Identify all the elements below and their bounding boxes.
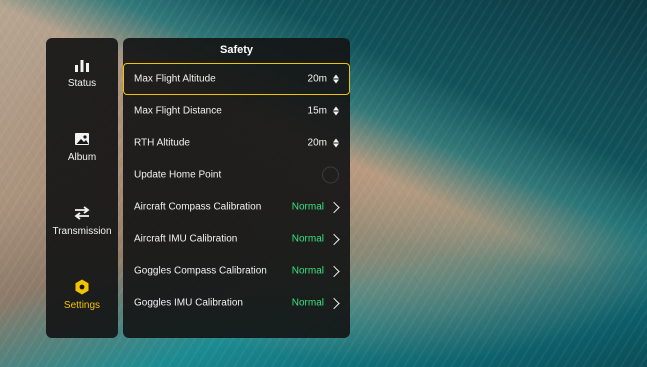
settings-row-max-flight-altitude[interactable]: Max Flight Altitude 20m bbox=[123, 63, 350, 95]
update-home-point-button[interactable] bbox=[322, 166, 339, 184]
arrows-swap-icon bbox=[46, 204, 118, 222]
row-label: RTH Altitude bbox=[134, 137, 190, 149]
row-value: 20m bbox=[307, 137, 327, 149]
status-text: Normal bbox=[291, 201, 324, 213]
image-icon bbox=[46, 130, 118, 148]
safety-settings-panel: Safety Max Flight Altitude 20m Max Fligh… bbox=[123, 38, 350, 338]
bar-chart-icon bbox=[46, 56, 118, 74]
row-label: Aircraft Compass Calibration bbox=[134, 201, 262, 213]
status-text: Normal bbox=[291, 297, 324, 309]
stepper-icon[interactable] bbox=[333, 106, 339, 116]
chevron-right-icon bbox=[328, 233, 340, 245]
row-value: 20m bbox=[307, 73, 327, 85]
sidebar-item-settings[interactable]: Settings bbox=[46, 278, 118, 311]
row-label: Max Flight Distance bbox=[134, 105, 222, 117]
panel-title: Safety bbox=[219, 44, 254, 56]
sidebar-item-label: Album bbox=[67, 152, 97, 163]
status-text: Normal bbox=[291, 233, 324, 245]
sidebar-item-transmission[interactable]: Transmission bbox=[46, 204, 118, 237]
settings-row-aircraft-imu-calibration[interactable]: Aircraft IMU Calibration Normal bbox=[124, 223, 349, 255]
settings-row-max-flight-distance[interactable]: Max Flight Distance 15m bbox=[124, 95, 349, 127]
row-label: Aircraft IMU Calibration bbox=[134, 233, 238, 245]
sidebar-item-label: Transmission bbox=[52, 226, 112, 237]
row-value: 15m bbox=[307, 105, 327, 117]
row-label: Max Flight Altitude bbox=[134, 73, 216, 85]
settings-row-goggles-imu-calibration[interactable]: Goggles IMU Calibration Normal bbox=[124, 287, 349, 319]
chevron-right-icon bbox=[328, 265, 340, 277]
row-label: Update Home Point bbox=[134, 169, 222, 181]
row-label: Goggles IMU Calibration bbox=[134, 297, 243, 309]
settings-row-aircraft-compass-calibration[interactable]: Aircraft Compass Calibration Normal bbox=[124, 191, 349, 223]
settings-row-rth-altitude[interactable]: RTH Altitude 20m bbox=[124, 127, 349, 159]
hexagon-settings-icon bbox=[46, 278, 118, 296]
sidebar-item-album[interactable]: Album bbox=[46, 130, 118, 163]
sidebar-item-status[interactable]: Status bbox=[46, 56, 118, 89]
status-text: Normal bbox=[291, 265, 324, 277]
sidebar-item-label: Status bbox=[67, 78, 97, 89]
sidebar: Status Album Transmission Settings bbox=[46, 38, 118, 338]
chevron-right-icon bbox=[328, 297, 340, 309]
settings-row-update-home-point[interactable]: Update Home Point bbox=[124, 159, 349, 191]
row-label: Goggles Compass Calibration bbox=[134, 265, 267, 277]
settings-row-goggles-compass-calibration[interactable]: Goggles Compass Calibration Normal bbox=[124, 255, 349, 287]
sidebar-item-label: Settings bbox=[63, 300, 101, 311]
stepper-icon[interactable] bbox=[333, 138, 339, 148]
chevron-right-icon bbox=[328, 201, 340, 213]
stepper-icon[interactable] bbox=[333, 74, 339, 84]
